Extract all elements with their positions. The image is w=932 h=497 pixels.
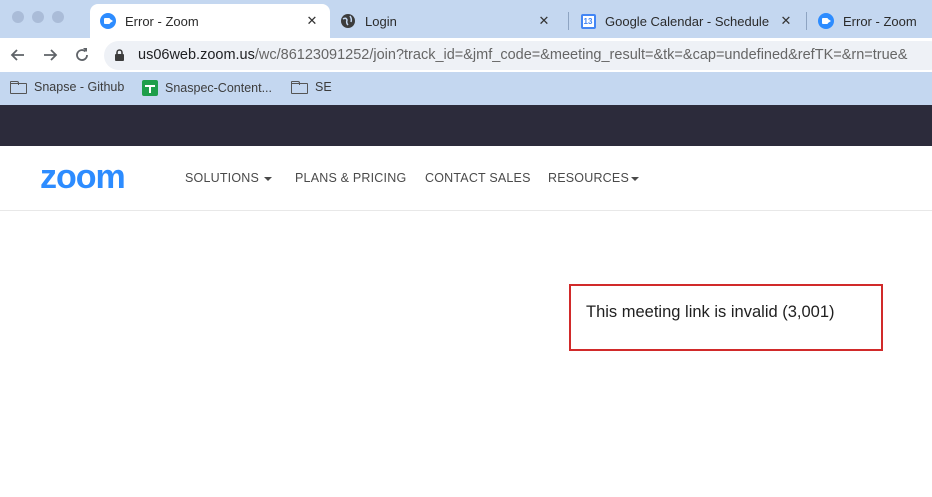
bookmarks-bar: Snapse - Github Snaspec-Content... SE [0, 72, 932, 105]
site-header: zoom SOLUTIONS PLANS & PRICING CONTACT S… [0, 146, 932, 211]
nav-resources[interactable]: RESOURCES [548, 171, 639, 185]
close-icon[interactable]: ✕ [536, 13, 552, 29]
bookmark-label: Snapse - Github [34, 80, 125, 94]
globe-icon [340, 13, 356, 29]
tab-title: Error - Zoom [843, 13, 917, 29]
back-arrow-icon [10, 49, 24, 61]
nav-solutions[interactable]: SOLUTIONS [185, 171, 273, 185]
browser-toolbar: us06web.zoom.us/wc/86123091252/join?trac… [0, 38, 932, 72]
bookmark-snapse-github[interactable]: Snapse - Github [10, 80, 124, 94]
close-icon[interactable]: ✕ [304, 13, 320, 29]
nav-label: PLANS & PRICING [295, 171, 407, 185]
tab-separator [806, 12, 807, 30]
forward-button[interactable] [38, 43, 62, 67]
google-calendar-icon: 13 [580, 13, 596, 29]
reload-icon [76, 48, 88, 61]
tab-title: Error - Zoom [125, 13, 199, 29]
tab-login[interactable]: Login ✕ [330, 4, 562, 38]
tab-error-zoom-2[interactable]: Error - Zoom [808, 4, 932, 38]
bookmark-se[interactable]: SE [291, 80, 332, 94]
zoom-icon [100, 13, 116, 29]
lock-icon [114, 49, 125, 67]
caret-down-icon [630, 176, 639, 181]
url-host: us06web.zoom.us [138, 47, 255, 63]
google-sheets-icon [142, 80, 158, 96]
zoom-icon [818, 13, 834, 29]
tab-title: Login [365, 13, 397, 29]
nav-contact-sales[interactable]: CONTACT SALES [425, 171, 531, 185]
url-text: us06web.zoom.us/wc/86123091252/join?trac… [138, 47, 907, 63]
folder-icon [291, 80, 308, 94]
back-button[interactable] [6, 43, 30, 67]
nav-label: CONTACT SALES [425, 171, 531, 185]
bookmark-snaspec-content[interactable]: Snaspec-Content... [142, 80, 272, 96]
window-minimize-button[interactable] [32, 11, 44, 23]
nav-label: SOLUTIONS [185, 171, 260, 185]
top-banner [0, 105, 932, 146]
zoom-logo[interactable]: zoom [40, 160, 126, 194]
reload-button[interactable] [70, 43, 94, 67]
tab-separator [568, 12, 569, 30]
close-icon[interactable]: ✕ [778, 13, 794, 29]
tab-strip: Error - Zoom ✕ Login ✕ 13 Google Calenda… [0, 0, 932, 38]
url-path: /wc/86123091252/join?track_id=&jmf_code=… [254, 47, 908, 63]
error-message: This meeting link is invalid (3,001) [586, 303, 835, 321]
window-zoom-button[interactable] [52, 11, 64, 23]
tab-google-calendar[interactable]: 13 Google Calendar - Schedule st ✕ [570, 4, 804, 38]
error-message-box: This meeting link is invalid (3,001) [569, 284, 883, 351]
address-bar[interactable]: us06web.zoom.us/wc/86123091252/join?trac… [104, 41, 932, 70]
nav-label: RESOURCES [548, 171, 629, 185]
bookmark-label: Snaspec-Content... [165, 81, 273, 95]
forward-arrow-icon [44, 49, 58, 61]
folder-icon [10, 80, 27, 94]
window-close-button[interactable] [12, 11, 24, 23]
tab-error-zoom[interactable]: Error - Zoom ✕ [90, 4, 330, 38]
bookmark-label: SE [315, 80, 332, 94]
caret-down-icon [264, 176, 273, 181]
tab-title: Google Calendar - Schedule st [605, 13, 772, 29]
nav-plans-pricing[interactable]: PLANS & PRICING [295, 171, 406, 185]
